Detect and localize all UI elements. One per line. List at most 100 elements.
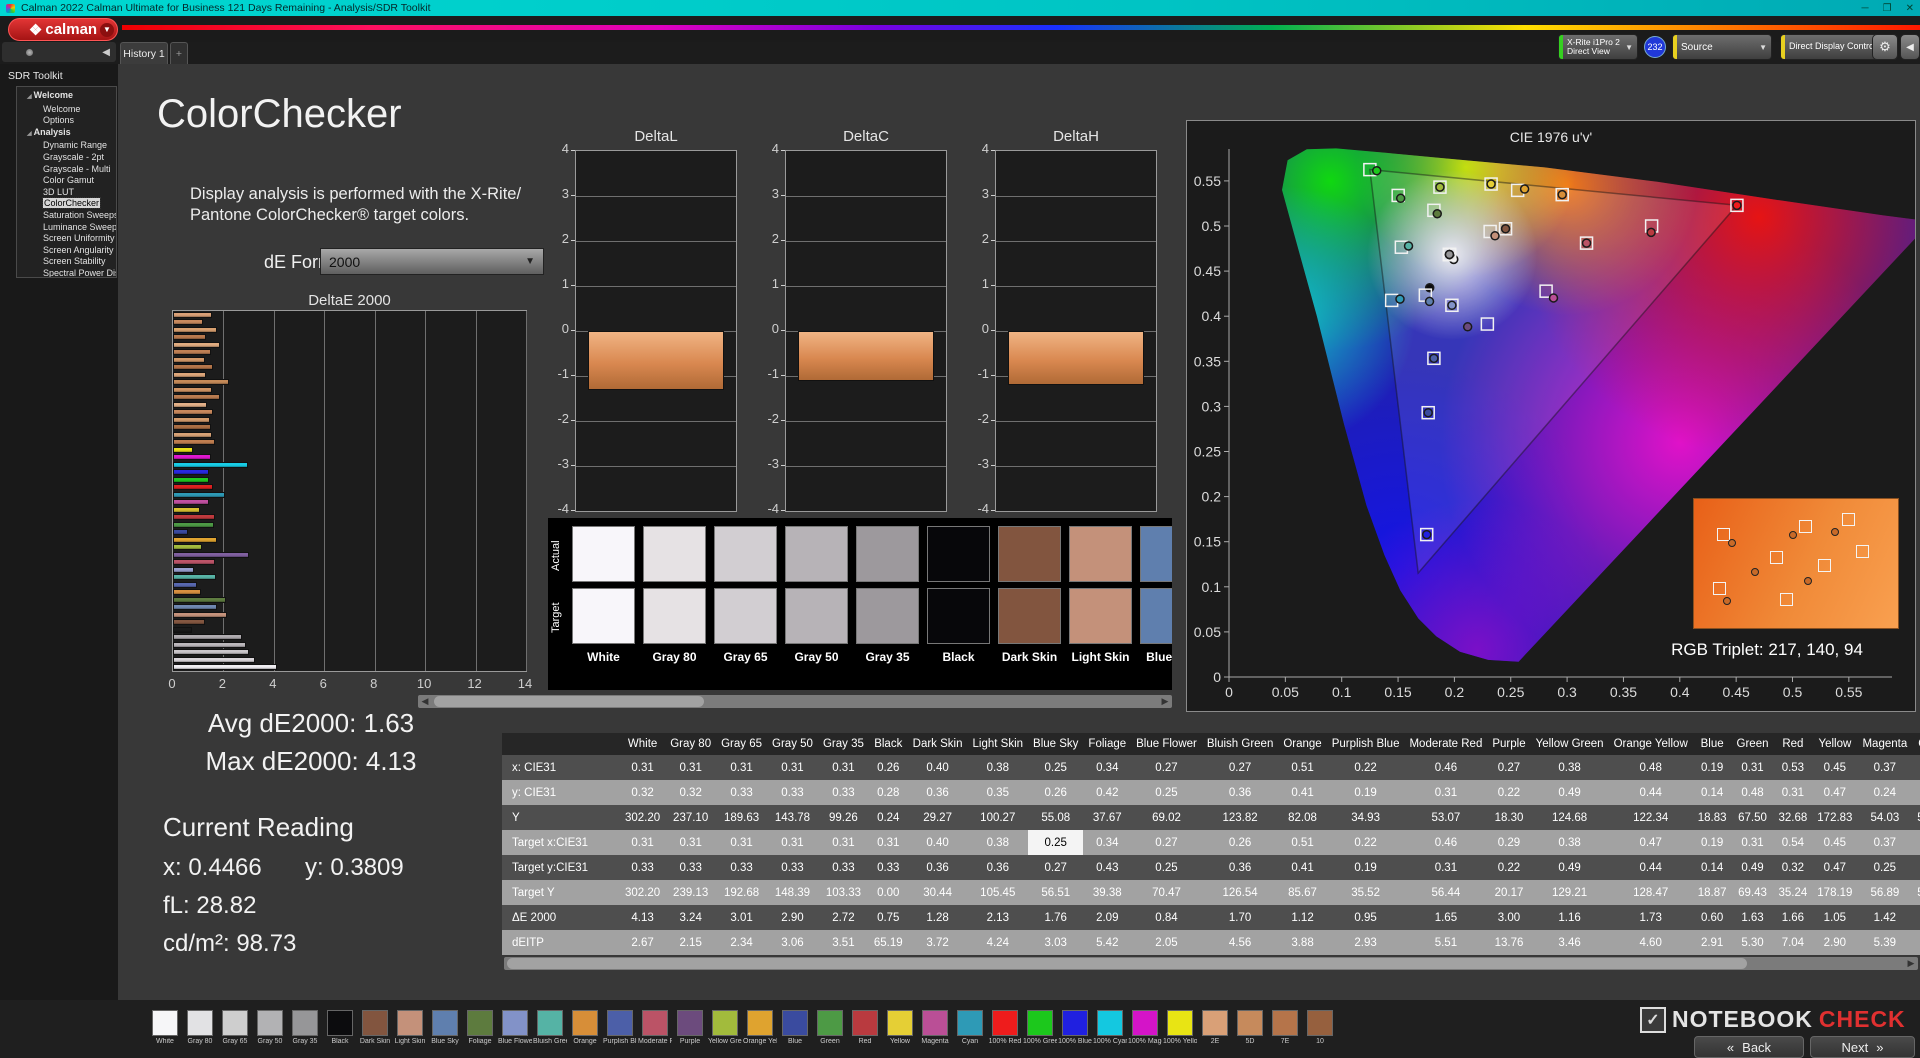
cell[interactable]: 2.05 [1131, 930, 1202, 955]
cell[interactable]: 13.76 [1487, 930, 1530, 955]
cell[interactable]: 0.24 [869, 805, 908, 830]
cell[interactable]: 0.25 [1131, 780, 1202, 805]
cell[interactable]: 56.89 [1857, 880, 1912, 905]
scroll-left-icon[interactable]: ◀ [418, 695, 432, 708]
cell[interactable]: 2.67 [620, 930, 665, 955]
cell[interactable]: 103.33 [818, 880, 869, 905]
source-selector[interactable]: Source ▼ [1672, 34, 1772, 60]
cell[interactable]: 0.49 [1531, 855, 1609, 880]
cell[interactable]: 0.32 [620, 780, 665, 805]
cell[interactable]: 0.28 [869, 780, 908, 805]
cell[interactable]: 0.26 [1202, 830, 1278, 855]
cell[interactable]: 1.73 [1609, 905, 1693, 930]
cell[interactable]: 69.43 [1732, 880, 1774, 905]
cell[interactable]: 1.63 [1732, 905, 1774, 930]
close-button[interactable]: ✕ [1906, 3, 1914, 14]
cell[interactable]: 67.50 [1732, 805, 1774, 830]
sidebar-item-screen-uniformity[interactable]: Screen Uniformity [21, 233, 116, 245]
minimize-button[interactable]: ─ [1862, 3, 1869, 14]
cell[interactable]: 0.26 [869, 755, 908, 780]
cell[interactable]: 5.39 [1857, 930, 1912, 955]
cell[interactable]: 126.54 [1202, 880, 1278, 905]
cell[interactable]: 0.36 [908, 780, 968, 805]
cell[interactable]: 70.47 [1131, 880, 1202, 905]
cell[interactable]: 69.02 [1131, 805, 1202, 830]
cell[interactable]: 3.24 [665, 905, 716, 930]
cell[interactable]: 5.30 [1732, 930, 1774, 955]
cell[interactable]: 0.31 [1404, 780, 1487, 805]
meter-selector[interactable]: X-Rite i1Pro 2 Direct View ▼ [1558, 34, 1638, 60]
cell[interactable]: 124.68 [1531, 805, 1609, 830]
cell[interactable]: 0.32 [1774, 855, 1813, 880]
cell[interactable]: 302.20 [620, 805, 665, 830]
cell[interactable]: 1.70 [1202, 905, 1278, 930]
cell[interactable]: 0.95 [1327, 905, 1405, 930]
cell[interactable]: 82.08 [1278, 805, 1326, 830]
cell[interactable]: 239.13 [665, 880, 716, 905]
cell[interactable]: 0.33 [620, 855, 665, 880]
cell[interactable]: 0.45 [1812, 830, 1857, 855]
cell[interactable]: 0.51 [1278, 755, 1326, 780]
cell[interactable]: 0.31 [1732, 755, 1774, 780]
cell[interactable]: 2.91 [1693, 930, 1732, 955]
cell[interactable]: 0.31 [767, 830, 818, 855]
cell[interactable]: 0.38 [968, 830, 1029, 855]
cell[interactable]: 0.29 [1487, 830, 1530, 855]
cell[interactable]: 2.90 [1812, 930, 1857, 955]
cell[interactable]: 0.44 [1609, 780, 1693, 805]
cell[interactable]: 56.44 [1404, 880, 1487, 905]
cell[interactable]: 0.53 [1774, 755, 1813, 780]
cell[interactable]: 0.46 [1404, 830, 1487, 855]
cell[interactable]: 105.45 [968, 880, 1029, 905]
cell[interactable]: 3.51 [818, 930, 869, 955]
cell[interactable]: 0.27 [1912, 780, 1920, 805]
cell[interactable]: 0.41 [1278, 780, 1326, 805]
cell[interactable]: 55.08 [1028, 805, 1083, 830]
maximize-button[interactable]: ❐ [1883, 3, 1892, 14]
cell[interactable]: 237.10 [665, 805, 716, 830]
cell[interactable]: 1.65 [1404, 905, 1487, 930]
cell[interactable]: 0.00 [869, 880, 908, 905]
cell[interactable]: 192.68 [716, 880, 767, 905]
cell[interactable]: 128.47 [1609, 880, 1693, 905]
cell[interactable]: 29.27 [908, 805, 968, 830]
cell[interactable]: 58.68 [1912, 880, 1920, 905]
cell[interactable]: 1.28 [908, 905, 968, 930]
sidebar-item-welcome[interactable]: Welcome [21, 104, 116, 116]
cell[interactable]: 1.66 [1774, 905, 1813, 930]
cell[interactable]: 30.44 [908, 880, 968, 905]
cell[interactable]: 37.67 [1083, 805, 1131, 830]
cell[interactable]: 122.34 [1609, 805, 1693, 830]
cell[interactable]: 1.42 [1857, 905, 1912, 930]
gear-icon[interactable]: ⚙ [1872, 34, 1898, 60]
cell[interactable]: 3.03 [1028, 930, 1083, 955]
cell[interactable]: 0.37 [1857, 830, 1912, 855]
cell[interactable]: 0.22 [1327, 755, 1405, 780]
cell[interactable]: 39.38 [1083, 880, 1131, 905]
cell[interactable]: 2.13 [968, 905, 1029, 930]
cell[interactable]: 0.25 [1131, 855, 1202, 880]
cell[interactable]: 0.31 [716, 830, 767, 855]
cell[interactable]: 57.53 [1912, 805, 1920, 830]
cell[interactable]: 0.33 [767, 855, 818, 880]
cell[interactable]: 0.36 [968, 855, 1029, 880]
swatch-strip-scrollbar[interactable]: ◀ ▶ [418, 695, 1172, 708]
exposure-badge[interactable]: 232 [1644, 36, 1666, 58]
cell[interactable]: 189.63 [716, 805, 767, 830]
cell[interactable]: 0.19 [1693, 755, 1732, 780]
cell[interactable]: 0.31 [767, 755, 818, 780]
cell[interactable]: 0.41 [1278, 855, 1326, 880]
cell[interactable]: 0.38 [1531, 755, 1609, 780]
cell[interactable]: 0.31 [620, 755, 665, 780]
cell[interactable]: 2.06 [1912, 905, 1920, 930]
cell[interactable]: 302.20 [620, 880, 665, 905]
cell[interactable]: 0.24 [1857, 780, 1912, 805]
cell[interactable]: 0.45 [1812, 755, 1857, 780]
cell[interactable]: 0.48 [1732, 780, 1774, 805]
cell[interactable]: 0.35 [968, 780, 1029, 805]
cell[interactable]: 0.31 [1774, 780, 1813, 805]
cell[interactable]: 0.54 [1774, 830, 1813, 855]
cell[interactable]: 0.36 [908, 855, 968, 880]
cell[interactable]: 0.22 [1912, 755, 1920, 780]
cell[interactable]: 0.27 [1487, 755, 1530, 780]
